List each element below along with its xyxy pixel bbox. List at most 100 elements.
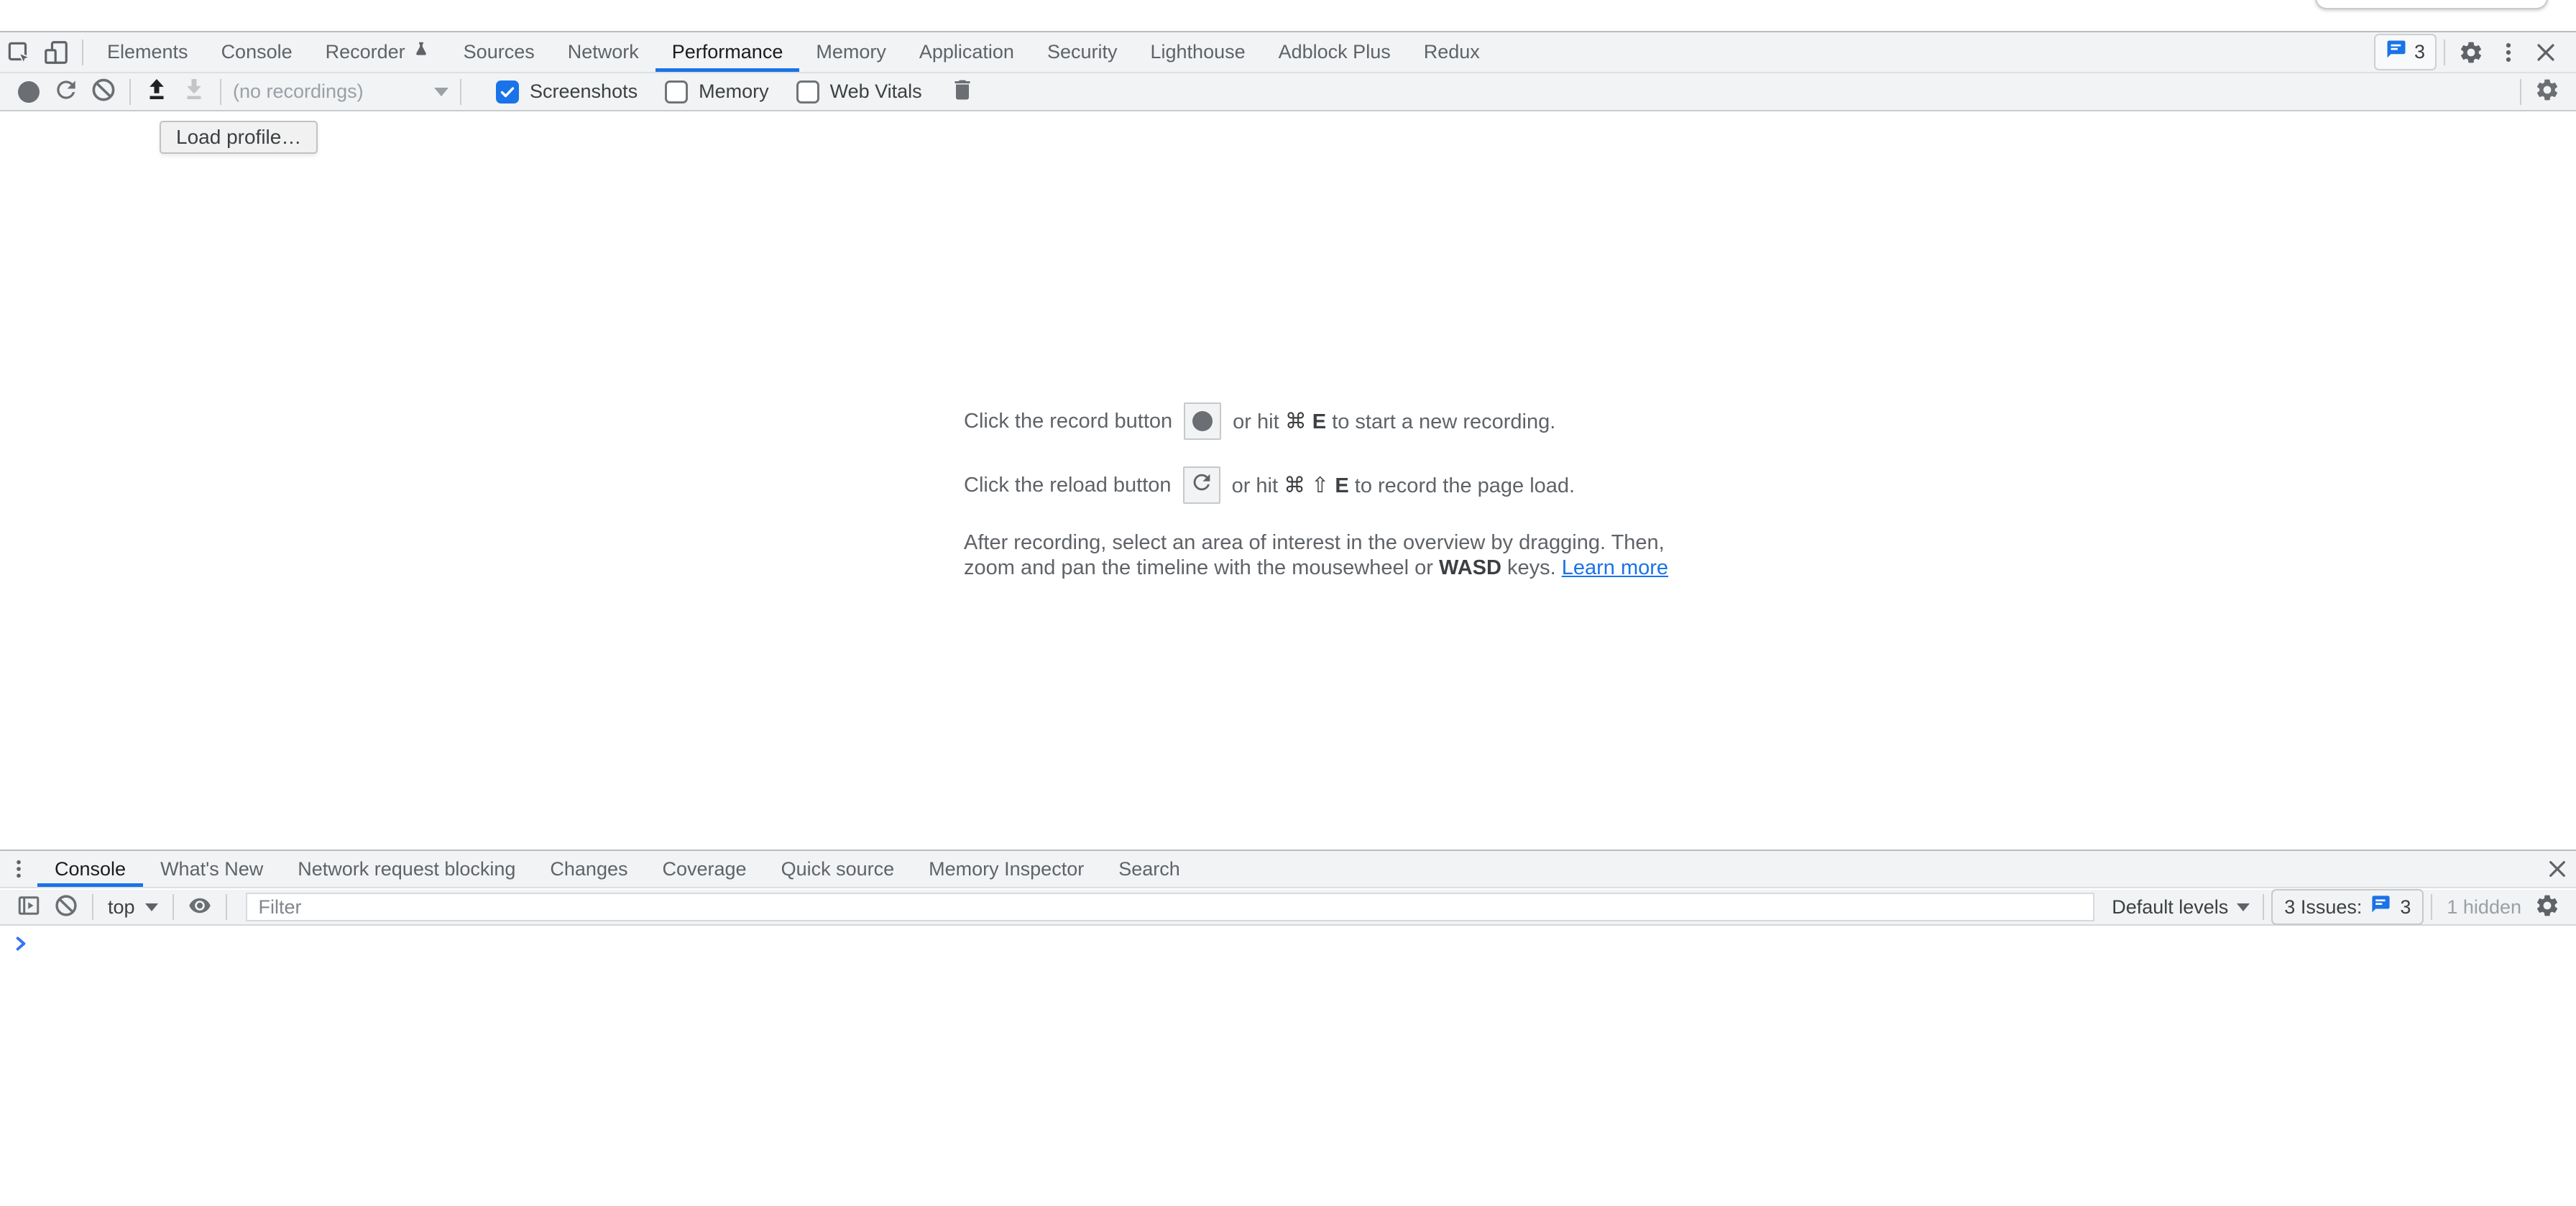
divider <box>172 894 174 920</box>
tab-redux[interactable]: Redux <box>1407 32 1496 72</box>
settings-button[interactable] <box>2452 32 2490 72</box>
memory-label: Memory <box>699 80 769 103</box>
tab-sources[interactable]: Sources <box>447 32 551 72</box>
divider <box>2444 40 2445 65</box>
close-icon <box>2534 40 2558 65</box>
tab-elements[interactable]: Elements <box>91 32 205 72</box>
screenshots-checkbox-group[interactable]: Screenshots <box>496 80 638 103</box>
gear-icon <box>2458 40 2484 65</box>
command-key-symbol: ⌘ <box>1284 474 1305 497</box>
tab-security[interactable]: Security <box>1031 32 1134 72</box>
tab-adblock-plus[interactable]: Adblock Plus <box>1262 32 1407 72</box>
tab-network[interactable]: Network <box>551 32 656 72</box>
more-options-button[interactable] <box>2490 32 2527 72</box>
reload-button-illustration <box>1183 466 1220 504</box>
hidden-messages-count: 1 hidden <box>2447 896 2521 919</box>
block-icon <box>90 76 117 107</box>
drawer-tab-coverage[interactable]: Coverage <box>645 851 764 887</box>
chevron-down-icon <box>2237 903 2250 911</box>
tab-application[interactable]: Application <box>903 32 1031 72</box>
tab-lighthouse[interactable]: Lighthouse <box>1134 32 1262 72</box>
garbage-collect-button[interactable] <box>944 75 981 109</box>
reload-instruction-line: Click the reload button or hit ⌘ ⇧ E to … <box>964 466 1668 504</box>
close-devtools-button[interactable] <box>2527 32 2564 72</box>
tab-performance[interactable]: Performance <box>656 32 800 72</box>
load-profile-button[interactable] <box>138 75 175 109</box>
divider <box>2520 79 2521 105</box>
divider <box>2431 894 2432 920</box>
key-e: E <box>1312 410 1326 433</box>
learn-more-link[interactable]: Learn more <box>1562 556 1668 579</box>
drawer-tabbar: Console What's New Network request block… <box>0 850 2576 888</box>
record-instruction-line: Click the record button or hit ⌘ E to st… <box>964 402 1668 440</box>
clear-console-button[interactable] <box>47 890 85 924</box>
gear-icon <box>2534 77 2560 106</box>
divider <box>82 40 83 65</box>
key-e: E <box>1335 474 1348 497</box>
issues-count: 3 <box>2414 41 2425 63</box>
recordings-select[interactable]: (no recordings) <box>233 80 448 103</box>
web-vitals-checkbox[interactable] <box>796 80 819 103</box>
tab-memory[interactable]: Memory <box>799 32 903 72</box>
drawer-tab-changes[interactable]: Changes <box>533 851 645 887</box>
reload-and-record-button[interactable] <box>47 75 85 109</box>
download-arrow-icon <box>180 76 208 107</box>
javascript-context-select[interactable]: top <box>101 896 165 919</box>
live-expression-button[interactable] <box>181 890 218 924</box>
inspect-cursor-icon <box>5 39 32 66</box>
console-toolbar: top Default levels 3 Issues: 3 <box>0 890 2576 926</box>
kebab-menu-icon <box>7 857 30 880</box>
screenshots-checkbox[interactable] <box>496 80 519 103</box>
chat-bubble-icon <box>2370 894 2391 920</box>
close-drawer-button[interactable] <box>2539 851 2576 887</box>
memory-checkbox-group[interactable]: Memory <box>665 80 769 103</box>
drawer-more-tools-button[interactable] <box>0 851 37 887</box>
drawer-tab-whats-new[interactable]: What's New <box>143 851 280 887</box>
usage-hint-paragraph: After recording, select an area of inter… <box>964 530 1668 581</box>
log-levels-select[interactable]: Default levels <box>2106 896 2255 919</box>
record-circle-icon <box>1192 411 1213 431</box>
performance-empty-state: Click the record button or hit ⌘ E to st… <box>964 402 1668 581</box>
inspect-element-button[interactable] <box>0 32 37 72</box>
block-icon <box>53 893 79 922</box>
shift-key-symbol: ⇧ <box>1311 474 1329 497</box>
divider <box>129 79 131 105</box>
flask-experiment-icon <box>412 40 431 65</box>
record-button[interactable] <box>10 75 47 109</box>
web-vitals-checkbox-group[interactable]: Web Vitals <box>796 80 922 103</box>
device-toolbar-icon <box>42 39 70 66</box>
command-key-symbol: ⌘ <box>1285 410 1307 433</box>
drawer-tab-network-request-blocking[interactable]: Network request blocking <box>280 851 533 887</box>
console-filter-input[interactable] <box>246 893 2095 921</box>
devtools-tabbar: Elements Console Recorder Sources Networ… <box>0 31 2576 72</box>
clear-recordings-button[interactable] <box>85 75 122 109</box>
load-profile-tooltip: Load profile… <box>160 121 318 154</box>
console-settings-button[interactable] <box>2529 890 2566 924</box>
drawer-tab-console[interactable]: Console <box>37 851 143 887</box>
tab-recorder[interactable]: Recorder <box>309 32 447 72</box>
devtools-window: Elements Console Recorder Sources Networ… <box>0 0 2576 1206</box>
drawer-tab-memory-inspector[interactable]: Memory Inspector <box>911 851 1101 887</box>
console-prompt[interactable] <box>12 934 30 957</box>
device-toolbar-button[interactable] <box>37 32 75 72</box>
issues-counter-button[interactable]: 3 <box>2374 34 2437 70</box>
tabbar-right-controls: 3 <box>2374 32 2576 72</box>
capture-settings-button[interactable] <box>2529 75 2566 109</box>
sidebar-panel-icon <box>16 893 42 922</box>
record-button-illustration <box>1184 402 1221 440</box>
upload-arrow-icon <box>143 76 170 107</box>
memory-checkbox[interactable] <box>665 80 688 103</box>
save-profile-button[interactable] <box>175 75 213 109</box>
tab-console[interactable]: Console <box>205 32 309 72</box>
kebab-menu-icon <box>2496 40 2521 65</box>
screenshots-label: Screenshots <box>530 80 638 103</box>
chevron-down-icon <box>434 88 448 96</box>
page-popup-fragment <box>2315 0 2548 9</box>
drawer-tab-search[interactable]: Search <box>1101 851 1197 887</box>
reload-icon <box>1190 470 1214 500</box>
console-sidebar-toggle-button[interactable] <box>10 890 47 924</box>
issues-button[interactable]: 3 Issues: 3 <box>2271 889 2424 925</box>
browser-page-strip <box>0 0 2576 31</box>
issues-count: 3 <box>2400 896 2411 919</box>
drawer-tab-quick-source[interactable]: Quick source <box>764 851 912 887</box>
